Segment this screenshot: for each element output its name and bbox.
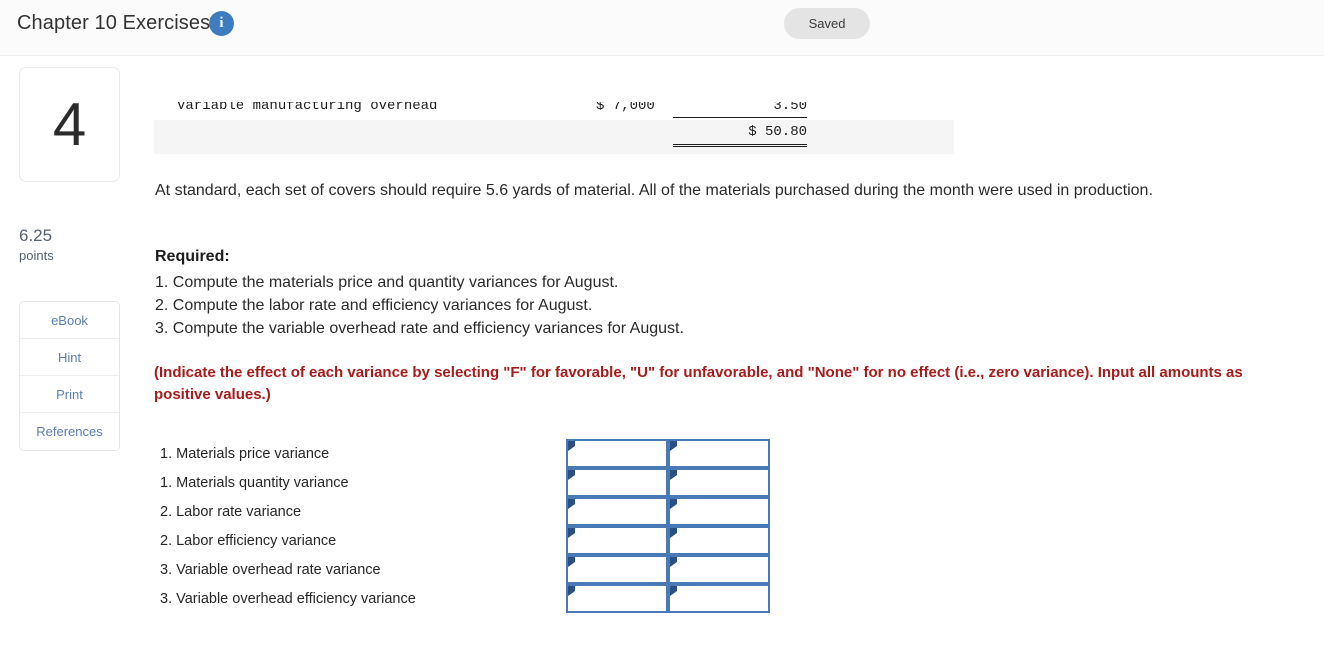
required-item-1: 1. Compute the materials price and quant… [155, 274, 619, 291]
table-row: 2. Labor efficiency variance [160, 526, 770, 555]
variance-effect-cell [667, 497, 770, 526]
effect-input-box[interactable] [667, 468, 770, 497]
question-number-box: 4 [19, 67, 120, 182]
amount-input[interactable] [567, 470, 666, 495]
effect-input-box[interactable] [667, 584, 770, 613]
standard-cost-table-fragment: Variable manufacturing overhead $ 7,000 … [154, 102, 954, 154]
amount-input[interactable] [567, 499, 666, 524]
effect-input[interactable] [669, 557, 768, 582]
hint-button[interactable]: Hint [20, 339, 119, 376]
variance-label: 2. Labor efficiency variance [160, 526, 566, 555]
question-rail: 4 6.25 points eBook Hint Print Reference… [0, 56, 150, 649]
variance-effect-cell [667, 468, 770, 497]
variance-label: 2. Labor rate variance [160, 497, 566, 526]
ebook-button[interactable]: eBook [20, 302, 119, 339]
effect-input[interactable] [669, 586, 768, 611]
variance-label: 3. Variable overhead rate variance [160, 555, 566, 584]
question-content: Variable manufacturing overhead $ 7,000 … [150, 56, 1324, 649]
page-title: Chapter 10 Exercises [17, 12, 211, 34]
amount-input[interactable] [567, 557, 666, 582]
variance-amount-cell [565, 468, 668, 497]
standard-cost-row: Variable manufacturing overhead $ 7,000 … [154, 102, 954, 120]
effect-input-box[interactable] [667, 526, 770, 555]
amount-input-box[interactable] [565, 497, 668, 526]
variance-label: 3. Variable overhead efficiency variance [160, 584, 566, 613]
required-list: 1. Compute the materials price and quant… [155, 271, 1055, 340]
standard-cost-total-row: $ 50.80 [154, 120, 954, 154]
variance-effect-cell [667, 526, 770, 555]
info-icon[interactable]: i [209, 11, 234, 36]
amount-input-box[interactable] [565, 584, 668, 613]
variance-answer-table: 1. Materials price variance 1. Materials… [160, 439, 770, 613]
variance-amount-cell [565, 497, 668, 526]
amount-input-box[interactable] [565, 439, 668, 468]
effect-input-box[interactable] [667, 555, 770, 584]
cost-row-amount: $ 7,000 [596, 102, 655, 114]
points-value: 6.25 [19, 226, 53, 245]
table-row: 1. Materials price variance [160, 439, 770, 468]
cost-row-rate: 3.50 [673, 102, 807, 118]
effect-input[interactable] [669, 528, 768, 553]
points-label: points [19, 248, 54, 263]
cost-total-value: $ 50.80 [673, 124, 807, 147]
required-item-3: 3. Compute the variable overhead rate an… [155, 320, 684, 337]
variance-label: 1. Materials price variance [160, 439, 566, 468]
variance-amount-cell [565, 584, 668, 613]
variance-effect-note: (Indicate the effect of each variance by… [154, 364, 1243, 403]
variance-amount-cell [565, 526, 668, 555]
info-icon-glyph: i [219, 15, 224, 31]
effect-input[interactable] [669, 470, 768, 495]
amount-input-box[interactable] [565, 526, 668, 555]
amount-input[interactable] [567, 528, 666, 553]
rail-button-stack: eBook Hint Print References [19, 301, 120, 451]
variance-effect-cell [667, 439, 770, 468]
table-row: 3. Variable overhead rate variance [160, 555, 770, 584]
variance-effect-cell [667, 584, 770, 613]
table-row: 3. Variable overhead efficiency variance [160, 584, 770, 613]
references-button[interactable]: References [20, 413, 119, 450]
cost-row-label: Variable manufacturing overhead [177, 102, 438, 114]
question-number: 4 [52, 90, 87, 158]
required-heading: Required: [155, 248, 230, 265]
status-badge-saved: Saved [784, 8, 870, 39]
amount-input[interactable] [567, 441, 666, 466]
effect-input-box[interactable] [667, 497, 770, 526]
variance-amount-cell [565, 439, 668, 468]
variance-effect-cell [667, 555, 770, 584]
amount-input[interactable] [567, 586, 666, 611]
variance-label: 1. Materials quantity variance [160, 468, 566, 497]
effect-input-box[interactable] [667, 439, 770, 468]
variance-amount-cell [565, 555, 668, 584]
standard-paragraph: At standard, each set of covers should r… [155, 182, 1153, 199]
effect-input[interactable] [669, 499, 768, 524]
required-item-2: 2. Compute the labor rate and efficiency… [155, 297, 593, 314]
amount-input-box[interactable] [565, 555, 668, 584]
table-row: 1. Materials quantity variance [160, 468, 770, 497]
print-button[interactable]: Print [20, 376, 119, 413]
app-header: Chapter 10 Exercises i Saved [0, 0, 1324, 56]
table-row: 2. Labor rate variance [160, 497, 770, 526]
amount-input-box[interactable] [565, 468, 668, 497]
effect-input[interactable] [669, 441, 768, 466]
